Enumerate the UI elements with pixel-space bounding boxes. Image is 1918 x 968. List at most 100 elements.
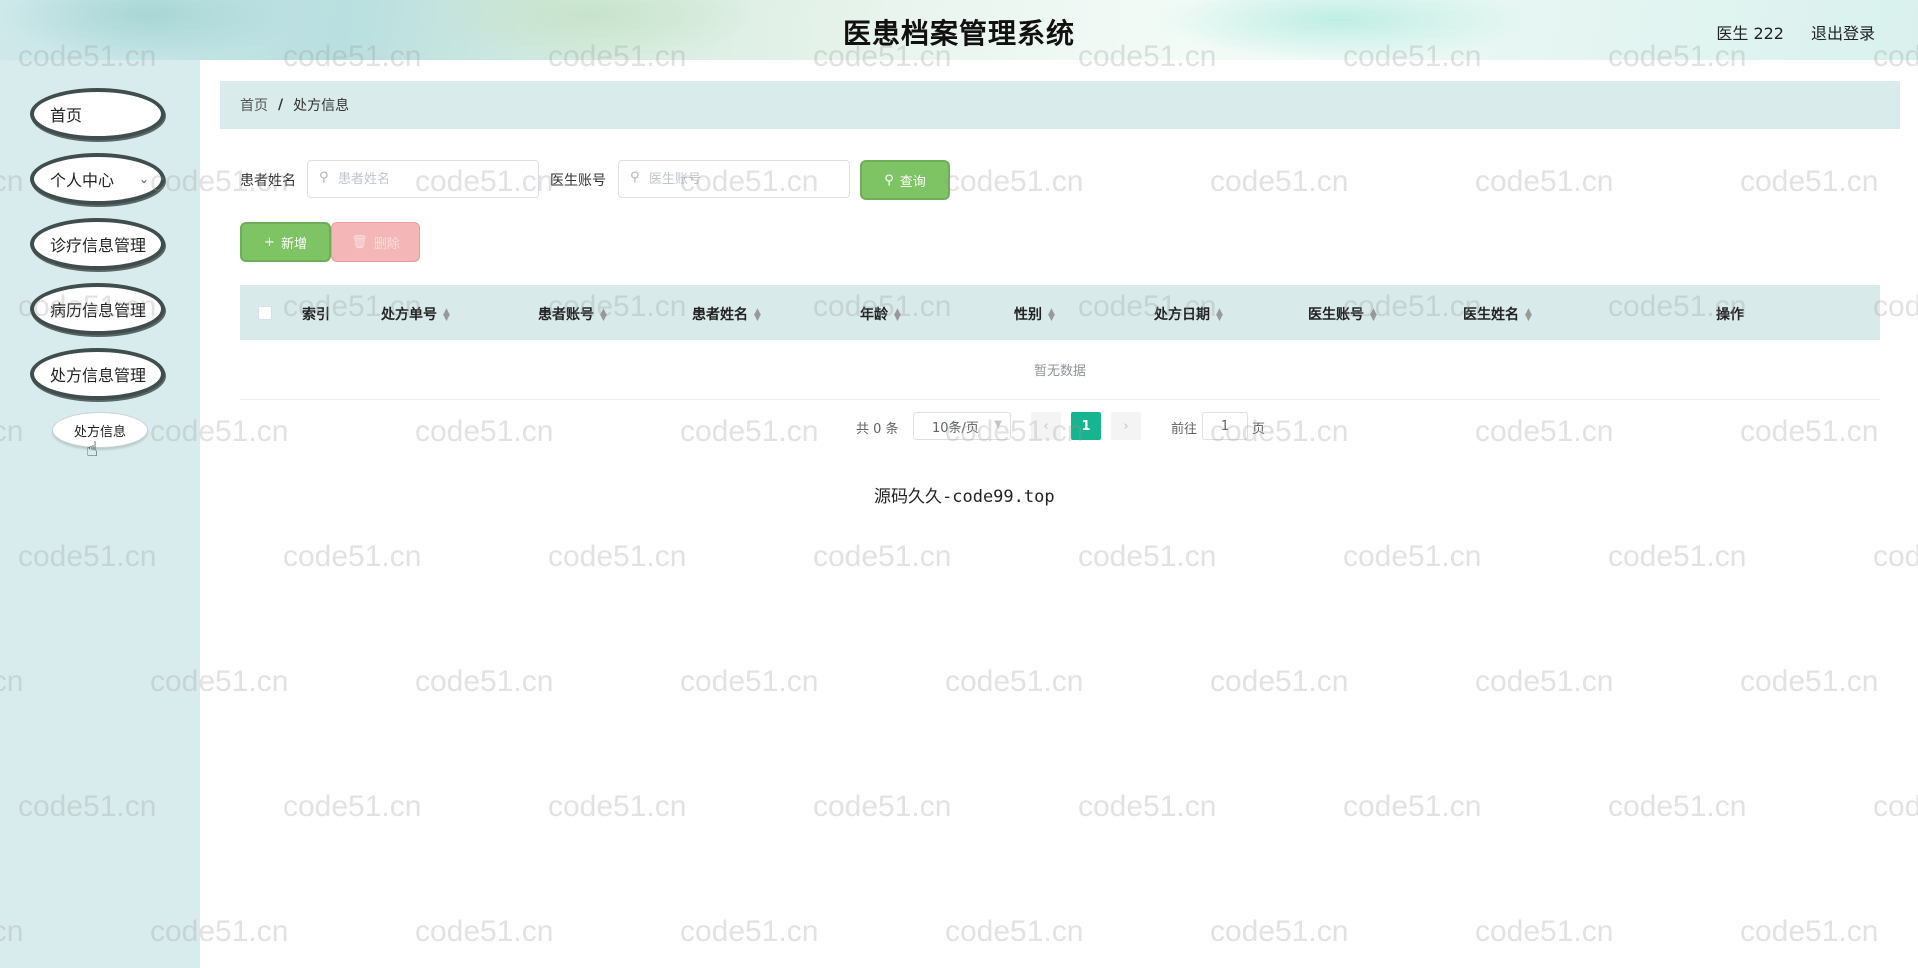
chevron-down-icon: ⌄ — [138, 172, 149, 186]
watermark-text: code51.cn — [1343, 790, 1482, 823]
breadcrumb: 首页 / 处方信息 — [220, 81, 1900, 129]
sort-icon[interactable]: ▲ ▼ — [600, 308, 607, 323]
doctor-account-label: 医生账号 — [550, 173, 606, 189]
sidebar-item-label: 处方信息管理 — [50, 366, 147, 385]
sidebar-item-home[interactable]: 首页 — [30, 88, 165, 140]
watermark-text: code51.cn — [945, 665, 1084, 698]
sidebar-item-label: 病历信息管理 — [50, 301, 147, 320]
goto-page-input[interactable]: 1 — [1202, 412, 1248, 440]
watermark-text: code51.cn — [415, 665, 554, 698]
sort-icon[interactable]: ▲ ▼ — [443, 308, 450, 323]
watermark-text: code51.cn — [283, 790, 422, 823]
table-header: 索引 处方单号 ▲ ▼ 患者账号 ▲ ▼ 患者姓名 ▲ ▼ 年龄 ▲ ▼ 性别 ▲ ▼ 处方日期 ▲ ▼… — [240, 285, 1880, 340]
patient-name-label: 患者姓名 — [240, 173, 296, 189]
patient-name-input[interactable] — [307, 160, 539, 198]
header-bar: 医患档案管理系统 医生 222 退出登录 — [0, 0, 1918, 60]
goto-label: 前往 — [1171, 422, 1198, 437]
prev-page-button[interactable]: ‹ — [1031, 412, 1061, 440]
watermark-text: code51.cn — [415, 415, 554, 448]
add-button-label: 新增 — [280, 236, 307, 252]
add-button[interactable]: + 新增 — [240, 222, 331, 262]
page-number-current[interactable]: 1 — [1071, 412, 1101, 440]
watermark-text: code51.cn — [1873, 540, 1918, 573]
footer-text: 源码久久-code99.top — [874, 487, 1055, 507]
watermark-text: code51.cn — [415, 915, 554, 948]
logout-link[interactable]: 退出登录 — [1811, 20, 1875, 44]
hand-pointer-icon: ☝ — [86, 437, 99, 461]
trash-icon: 🗑 — [351, 234, 368, 250]
watermark-text: code51.cn — [1740, 915, 1879, 948]
watermark-text: code51.cn — [1740, 415, 1879, 448]
watermark-text: code51.cn — [1740, 665, 1879, 698]
watermark-text: code51.cn — [1210, 165, 1349, 198]
sort-icon[interactable]: ▲ ▼ — [1216, 308, 1223, 323]
chevron-right-icon: › — [1123, 418, 1129, 434]
column-header-age[interactable]: 年龄 ▲ ▼ — [860, 304, 901, 324]
sidebar-item-diagnosis[interactable]: 诊疗信息管理 — [30, 218, 165, 270]
sidebar-item-personal-center[interactable]: 个人中心 ⌄ — [30, 153, 165, 205]
next-page-button[interactable]: › — [1111, 412, 1141, 440]
query-button-label: 查询 — [899, 174, 926, 190]
table-empty-message: 暂无数据 — [240, 340, 1880, 400]
sidebar-item-medical-record[interactable]: 病历信息管理 — [30, 283, 165, 335]
page-size-value: 10条/页 — [932, 420, 979, 436]
watermark-text: code51.cn — [1608, 790, 1747, 823]
page-size-select[interactable]: 10条/页 ▼ — [913, 412, 1011, 440]
search-icon: ⚲ — [319, 170, 329, 185]
column-header-prescription-date[interactable]: 处方日期 ▲ ▼ — [1154, 304, 1223, 324]
watermark-text: code51.cn — [1343, 540, 1482, 573]
sidebar-item-label: 个人中心 — [50, 171, 115, 190]
watermark-text: code51.cn — [548, 790, 687, 823]
watermark-text: code51.cn — [1740, 165, 1879, 198]
search-icon: ⚲ — [630, 170, 640, 185]
watermark-text: code51.cn — [283, 540, 422, 573]
app-title: 医患档案管理系统 — [842, 17, 1075, 50]
sidebar-subitem-prescription-info[interactable]: 处方信息 — [52, 412, 148, 448]
watermark-text: code51.cn — [680, 915, 819, 948]
watermark-text: code51.cn — [1475, 165, 1614, 198]
watermark-text: code51.cn — [1475, 915, 1614, 948]
sort-icon[interactable]: ▲ ▼ — [894, 308, 901, 323]
column-header-patient-name[interactable]: 患者姓名 ▲ ▼ — [692, 304, 761, 324]
watermark-text: code51.cn — [1210, 915, 1349, 948]
watermark-text: code51.cn — [680, 665, 819, 698]
query-button[interactable]: ⚲ 查询 — [860, 160, 950, 200]
watermark-text: code51.cn — [548, 540, 687, 573]
sort-icon[interactable]: ▲ ▼ — [754, 308, 761, 323]
plus-icon: + — [264, 234, 275, 250]
column-header-patient-account[interactable]: 患者账号 ▲ ▼ — [538, 304, 607, 324]
watermark-text: code51.cn — [945, 915, 1084, 948]
current-user: 医生 222 — [1716, 24, 1784, 43]
breadcrumb-current: 处方信息 — [293, 98, 350, 114]
breadcrumb-home[interactable]: 首页 — [240, 95, 268, 115]
chevron-left-icon: ‹ — [1043, 418, 1049, 434]
watermark-text: code51.cn — [1475, 665, 1614, 698]
sidebar-item-label: 诊疗信息管理 — [50, 236, 147, 255]
column-header-doctor-name[interactable]: 医生姓名 ▲ ▼ — [1463, 304, 1532, 324]
watermark-text: code51.cn — [813, 540, 952, 573]
select-all-checkbox[interactable] — [258, 306, 272, 320]
column-header-doctor-account[interactable]: 医生账号 ▲ ▼ — [1308, 304, 1377, 324]
watermark-text: code51.cn — [1608, 540, 1747, 573]
sidebar: 首页 个人中心 ⌄ 诊疗信息管理 病历信息管理 处方信息管理 — [0, 60, 200, 968]
sort-icon[interactable]: ▲ ▼ — [1048, 308, 1055, 323]
watermark-text: code51.cn — [1078, 790, 1217, 823]
column-header-prescription-no[interactable]: 处方单号 ▲ ▼ — [381, 304, 450, 324]
sort-icon[interactable]: ▲ ▼ — [1370, 308, 1377, 323]
column-header-index: 索引 — [302, 307, 330, 323]
watermark-text: code51.cn — [945, 165, 1084, 198]
watermark-text: code51.cn — [680, 415, 819, 448]
search-icon: ⚲ — [884, 172, 894, 188]
delete-button[interactable]: 🗑 删除 — [331, 222, 420, 262]
column-header-actions: 操作 — [1716, 307, 1744, 323]
chevron-down-icon: ▼ — [994, 419, 1002, 430]
watermark-text: code51.cn — [1210, 665, 1349, 698]
doctor-account-input[interactable] — [618, 160, 850, 198]
sort-icon[interactable]: ▲ ▼ — [1525, 308, 1532, 323]
watermark-text: code51.cn — [813, 790, 952, 823]
column-header-gender[interactable]: 性别 ▲ ▼ — [1014, 304, 1055, 324]
sidebar-item-label: 首页 — [50, 106, 83, 125]
delete-button-label: 删除 — [373, 236, 400, 252]
watermark-text: code51.cn — [1475, 415, 1614, 448]
sidebar-item-prescription[interactable]: 处方信息管理 — [30, 348, 165, 400]
